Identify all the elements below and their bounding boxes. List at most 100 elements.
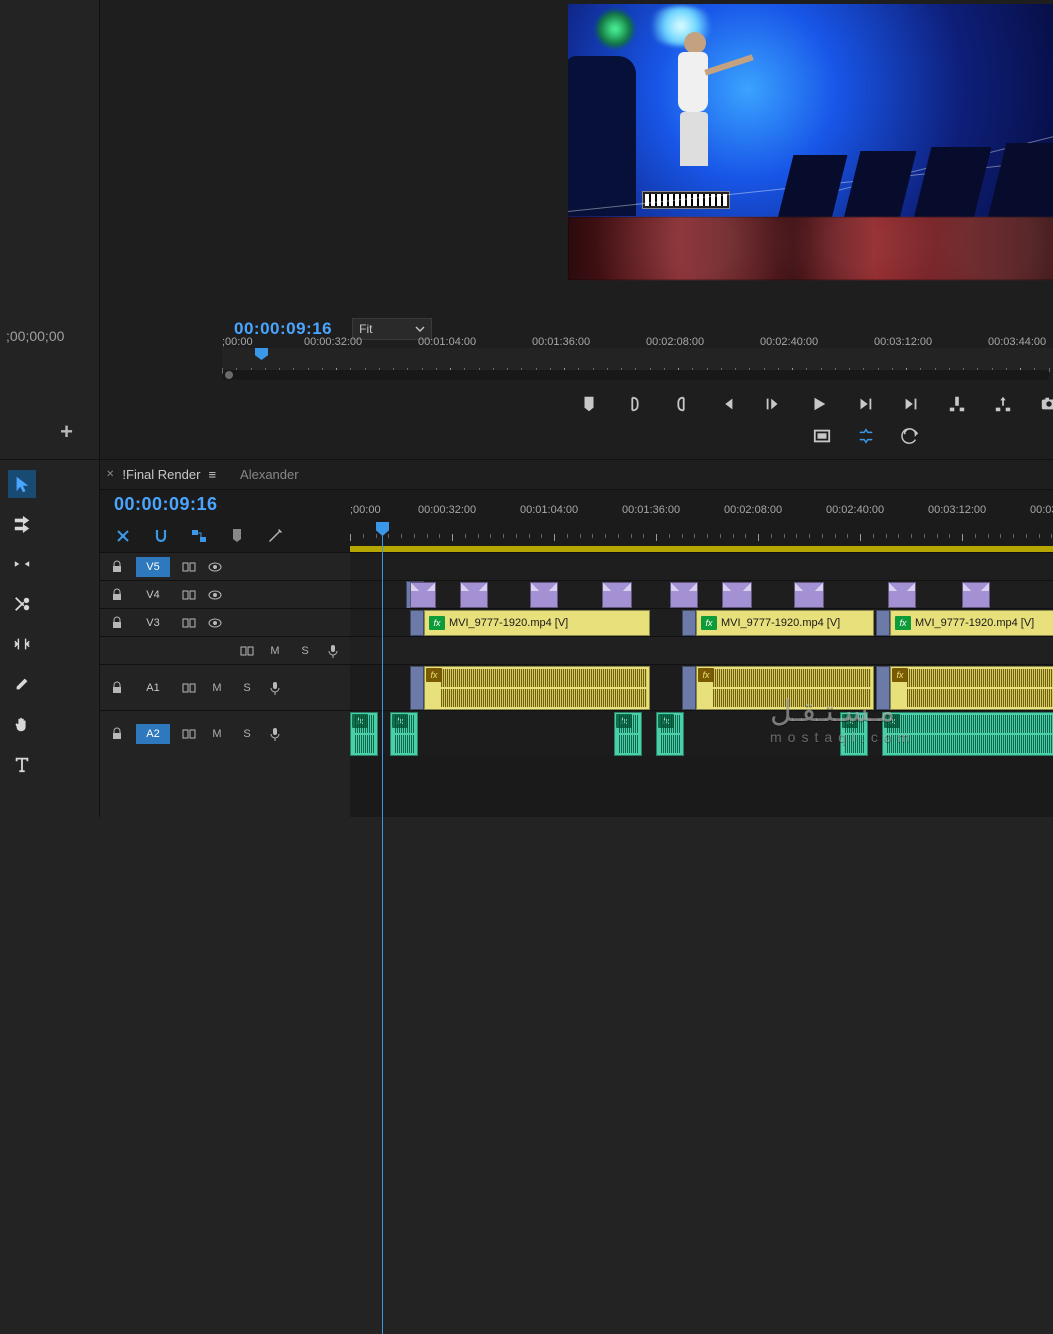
sync-lock-icon[interactable] [182,616,196,630]
fx-badge[interactable]: fx [892,668,908,682]
clip-video[interactable]: fxMVI_9777-1920.mp4 [V] [890,610,1053,636]
hand-tool[interactable] [8,710,36,738]
mark-out-button[interactable] [672,394,690,414]
export-frame-button[interactable] [1040,394,1053,414]
sequence-tab-inactive[interactable]: Alexander [240,467,299,482]
loop-playback-button[interactable] [900,426,920,446]
lock-icon[interactable] [110,588,124,602]
solo-button[interactable]: S [238,728,256,740]
lock-icon[interactable] [110,616,124,630]
source-timecode: ;00;00;00 [6,328,64,344]
close-icon[interactable]: ✕ [106,469,114,480]
sync-lock-icon[interactable] [240,644,254,658]
program-time-ruler[interactable]: ;00:00 00:00:32:0000:01:04:0000:01:36:00… [222,348,1053,370]
eye-icon[interactable] [208,560,222,574]
fx-badge[interactable]: fx [895,616,911,630]
lift-button[interactable] [948,394,966,414]
clip-audio[interactable]: fx [656,712,684,756]
add-marker-timeline[interactable] [228,527,246,545]
sync-lock-icon[interactable] [182,727,196,741]
fx-badge[interactable]: fx [429,616,445,630]
extract-button[interactable] [994,394,1012,414]
track-target-a2[interactable]: A2 [136,724,170,744]
step-back-button[interactable] [764,394,782,414]
clip-audio[interactable]: fx [350,712,378,756]
comparison-view-button[interactable] [856,426,876,446]
go-to-out-button[interactable] [902,394,920,414]
clip-video[interactable] [962,582,990,608]
track-header-v5[interactable]: V5 [100,552,350,580]
track-select-tool[interactable] [8,510,36,538]
insert-as-nest-toggle[interactable] [114,527,132,545]
track-header-a2[interactable]: A2 M S [100,710,350,756]
fx-badge[interactable]: fx [701,616,717,630]
lock-icon[interactable] [110,681,124,695]
tab-menu-icon[interactable]: ≡ [208,467,216,482]
add-marker-button[interactable] [580,394,598,414]
clip-adjustment[interactable] [410,666,424,710]
track-target-v4[interactable]: V4 [136,585,170,605]
mute-button[interactable]: M [208,682,226,694]
ripple-edit-tool[interactable] [8,550,36,578]
lock-icon[interactable] [110,727,124,741]
type-tool[interactable] [8,750,36,778]
solo-button[interactable]: S [296,645,314,657]
sequence-tab-active[interactable]: ✕ !Final Render ≡ [106,467,216,482]
clip-video[interactable] [410,582,436,608]
timeline-timecode[interactable]: 00:00:09:16 [114,494,218,515]
track-header-a1[interactable]: A1 M S [100,664,350,710]
clip-audio[interactable]: fx [614,712,642,756]
pen-tool[interactable] [8,670,36,698]
fx-badge[interactable]: fx [698,668,714,682]
clip-video[interactable] [460,582,488,608]
mute-button[interactable]: M [266,645,284,657]
go-to-in-button[interactable] [718,394,736,414]
track-target-a1[interactable]: A1 [136,678,170,698]
track-header-v3[interactable]: V3 [100,608,350,636]
clip-audio[interactable]: fx [424,666,650,710]
mic-icon[interactable] [268,727,282,741]
timeline-tracks[interactable]: fxMVI_9777-1920.mp4 [V] fxMVI_9777-1920.m… [350,552,1053,817]
timeline-options [100,520,350,552]
solo-button[interactable]: S [238,682,256,694]
clip-audio[interactable]: fx [390,712,418,756]
eye-icon[interactable] [208,588,222,602]
clip-video[interactable] [794,582,824,608]
slip-tool[interactable] [8,630,36,658]
linked-selection-toggle[interactable] [190,527,208,545]
timeline-settings[interactable] [266,527,284,545]
track-target-v3[interactable]: V3 [136,613,170,633]
lock-icon[interactable] [110,560,124,574]
clip-adjustment[interactable] [682,666,696,710]
sync-lock-icon[interactable] [182,588,196,602]
step-forward-button[interactable] [856,394,874,414]
play-button[interactable] [810,394,828,414]
clip-video[interactable] [888,582,916,608]
clip-video[interactable]: fxMVI_9777-1920.mp4 [V] [424,610,650,636]
track-target-v5[interactable]: V5 [136,557,170,577]
selection-tool[interactable] [8,470,36,498]
clip-adjustment[interactable] [410,610,424,636]
sync-lock-icon[interactable] [182,681,196,695]
sync-lock-icon[interactable] [182,560,196,574]
clip-video[interactable]: fxMVI_9777-1920.mp4 [V] [696,610,874,636]
safe-margins-button[interactable] [812,426,832,446]
eye-icon[interactable] [208,616,222,630]
clip-video[interactable] [530,582,558,608]
track-header-v4[interactable]: V4 [100,580,350,608]
razor-tool[interactable] [8,590,36,618]
mark-in-button[interactable] [626,394,644,414]
new-item-button[interactable]: + [60,419,73,445]
clip-video[interactable] [602,582,632,608]
mic-icon[interactable] [326,644,340,658]
mute-button[interactable]: M [208,728,226,740]
clip-video[interactable] [670,582,698,608]
snap-toggle[interactable] [152,527,170,545]
timeline-ruler[interactable]: ;00:00 00:00:32:0000:01:04:0000:01:36:00… [350,490,1053,552]
fx-badge[interactable]: fx [426,668,442,682]
program-scrollbar[interactable] [222,370,1049,380]
mic-icon[interactable] [268,681,282,695]
clip-video[interactable] [722,582,752,608]
clip-adjustment[interactable] [876,610,890,636]
clip-adjustment[interactable] [682,610,696,636]
